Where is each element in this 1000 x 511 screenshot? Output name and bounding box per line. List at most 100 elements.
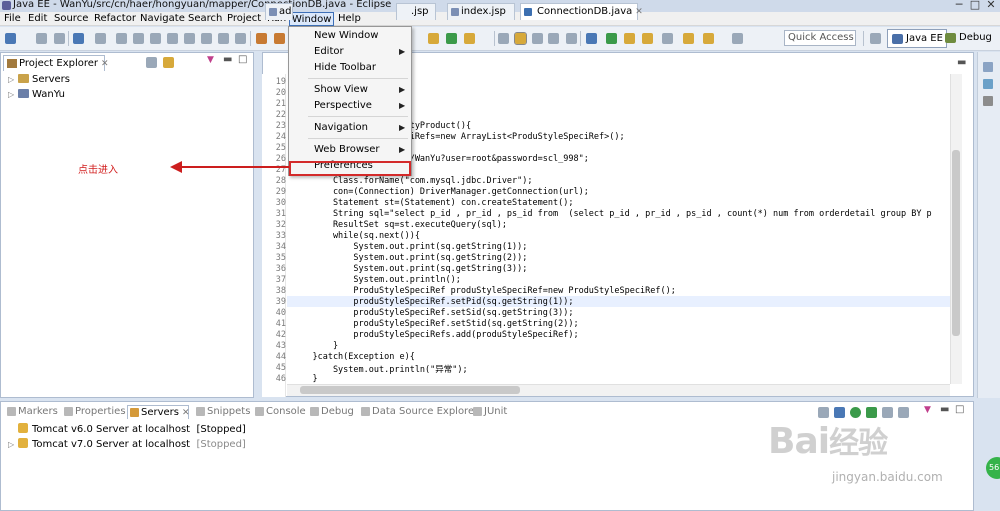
menu-refactor[interactable]: Refactor	[92, 12, 138, 26]
block-selection-icon[interactable]	[532, 33, 543, 44]
editor-vertical-scroll-thumb[interactable]	[952, 150, 960, 336]
step-over-icon[interactable]	[201, 33, 212, 44]
menu-window[interactable]: Window	[289, 12, 335, 26]
tab-project-explorer[interactable]: Project Explorer ✕	[3, 55, 109, 71]
server-row-tomcat6[interactable]: Tomcat v6.0 Server at localhost [Stopped…	[8, 423, 246, 435]
toggle-mark-icon[interactable]	[498, 33, 509, 44]
server-icon[interactable]	[256, 33, 267, 44]
start-server-icon[interactable]	[850, 407, 861, 418]
forward-icon[interactable]	[732, 33, 743, 44]
tab-markers[interactable]: Markers	[5, 405, 58, 419]
menu-item-navigation[interactable]: Navigation	[314, 122, 368, 133]
save-all-icon[interactable]	[54, 33, 65, 44]
code-line[interactable]: System.out.print(sq.getString(2));	[292, 253, 527, 263]
search-icon[interactable]	[586, 33, 597, 44]
step-into-icon[interactable]	[184, 33, 195, 44]
code-line[interactable]: System.out.println();	[292, 275, 460, 285]
code-line[interactable]: produStyleSpeciRef.setStid(sq.getString(…	[292, 319, 578, 329]
menu-navigate[interactable]: Navigate	[138, 12, 187, 26]
minimize-editor-icon[interactable]: ▬	[957, 57, 966, 68]
code-line[interactable]: String sql="select p_id , pr_id , ps_id …	[292, 209, 932, 219]
terminal-icon[interactable]	[73, 33, 84, 44]
view-menu-icon[interactable]: ▼	[924, 405, 931, 415]
maximize-view-icon[interactable]: □	[955, 404, 964, 415]
tab-properties[interactable]: Properties	[62, 405, 126, 419]
menu-item-web-browser[interactable]: Web Browser	[314, 144, 380, 155]
prev-annotation-icon[interactable]	[683, 33, 694, 44]
code-line[interactable]: produStyleSpeciRefs.add(produStyleSpeciR…	[292, 330, 578, 340]
profile-server-icon[interactable]	[866, 407, 877, 418]
maximize-view-icon[interactable]: □	[238, 54, 247, 65]
terminate-icon[interactable]	[150, 33, 161, 44]
save-icon[interactable]	[36, 33, 47, 44]
tab-junit[interactable]: JUnit	[471, 405, 507, 419]
show-whitespace-icon[interactable]	[566, 33, 577, 44]
menu-edit[interactable]: Edit	[26, 12, 49, 26]
quick-access-input[interactable]: Quick Access	[784, 30, 856, 46]
code-line[interactable]: con=(Connection) DriverManager.getConnec…	[292, 187, 589, 197]
skip-breakpoints-icon[interactable]	[95, 33, 106, 44]
menu-source[interactable]: Source	[52, 12, 90, 26]
run-icon[interactable]	[446, 33, 457, 44]
tab-debug[interactable]: Debug	[308, 405, 354, 419]
highlight-icon[interactable]	[514, 32, 527, 45]
suspend-icon[interactable]	[133, 33, 144, 44]
editor-tab-2[interactable]: .jsp	[396, 3, 436, 20]
tab-console[interactable]: Console	[253, 405, 306, 419]
open-perspective-icon[interactable]	[870, 33, 881, 44]
tab-servers[interactable]: Servers ✕	[127, 405, 190, 419]
code-line[interactable]: Statement st=(Statement) con.createState…	[292, 198, 574, 208]
pen-icon[interactable]	[464, 33, 475, 44]
tab-data-source-explorer[interactable]: Data Source Explorer	[359, 405, 478, 419]
step-return-icon[interactable]	[218, 33, 229, 44]
editor-horizontal-scroll-thumb[interactable]	[300, 386, 520, 394]
maximize-button[interactable]: □	[968, 0, 982, 11]
task-list-icon[interactable]	[983, 96, 993, 106]
perspective-javaee-button[interactable]: Java EE	[887, 29, 947, 48]
menu-help[interactable]: Help	[336, 12, 363, 26]
code-line[interactable]: System.out.print(sq.getString(3));	[292, 264, 527, 274]
code-line[interactable]: produStyleSpeciRef.setPid(sq.getString(1…	[292, 297, 573, 307]
debug-server-icon[interactable]	[834, 407, 845, 418]
perspective-debug-button[interactable]: Debug	[941, 29, 995, 48]
close-button[interactable]: ✕	[984, 0, 998, 11]
lightbulb-icon[interactable]	[624, 33, 635, 44]
menu-search[interactable]: Search	[186, 12, 224, 26]
link-editor-icon[interactable]	[163, 57, 174, 68]
whitespace-icon[interactable]	[548, 33, 559, 44]
editor-tab-index-jsp[interactable]: index.jsp	[447, 3, 515, 20]
code-line[interactable]: ProduStyleSpeciRef produStyleSpeciRef=ne…	[292, 286, 675, 296]
new-icon[interactable]	[5, 33, 16, 44]
refresh-icon[interactable]	[606, 33, 617, 44]
menu-file[interactable]: File	[2, 12, 23, 26]
resume-icon[interactable]	[116, 33, 127, 44]
menu-item-show-view[interactable]: Show View	[314, 84, 368, 95]
collapse-all-icon[interactable]	[146, 57, 157, 68]
menu-item-editor[interactable]: Editor	[314, 46, 344, 57]
code-line[interactable]: }	[292, 341, 338, 351]
server-row-tomcat7[interactable]: ▷ Tomcat v7.0 Server at localhost [Stoppe…	[8, 438, 246, 450]
drop-to-frame-icon[interactable]	[235, 33, 246, 44]
view-menu-icon[interactable]: ▼	[207, 55, 214, 65]
expand-arrow-icon[interactable]: ▷	[8, 440, 18, 449]
close-icon[interactable]: ✕	[182, 408, 190, 418]
code-line[interactable]: ResultSet sq=st.executeQuery(sql);	[292, 220, 507, 230]
code-line[interactable]: Class.forName("com.mysql.jdbc.Driver");	[292, 176, 533, 186]
code-line[interactable]: }catch(Exception e){	[292, 352, 414, 362]
open-folder-icon[interactable]	[428, 33, 439, 44]
annotation-icon[interactable]	[662, 33, 673, 44]
collapse-icon[interactable]	[818, 407, 829, 418]
outline-icon[interactable]	[983, 79, 993, 89]
tree-item-wanyu[interactable]: ▷ WanYu	[8, 89, 65, 100]
back-icon[interactable]	[703, 33, 714, 44]
close-icon[interactable]: ✕	[101, 59, 109, 69]
minimize-view-icon[interactable]: ▬	[940, 404, 949, 415]
menu-item-perspective[interactable]: Perspective	[314, 100, 372, 111]
editor-tab-connectiondb[interactable]: ConnectionDB.java ✕	[520, 3, 643, 20]
server-settings-icon[interactable]	[274, 33, 285, 44]
minimize-view-icon[interactable]: ▬	[223, 54, 232, 65]
tab-snippets[interactable]: Snippets	[194, 405, 250, 419]
tree-item-servers[interactable]: ▷ Servers	[8, 74, 70, 85]
code-line[interactable]: while(sq.next()){	[292, 231, 420, 241]
code-line[interactable]: }	[292, 374, 317, 384]
